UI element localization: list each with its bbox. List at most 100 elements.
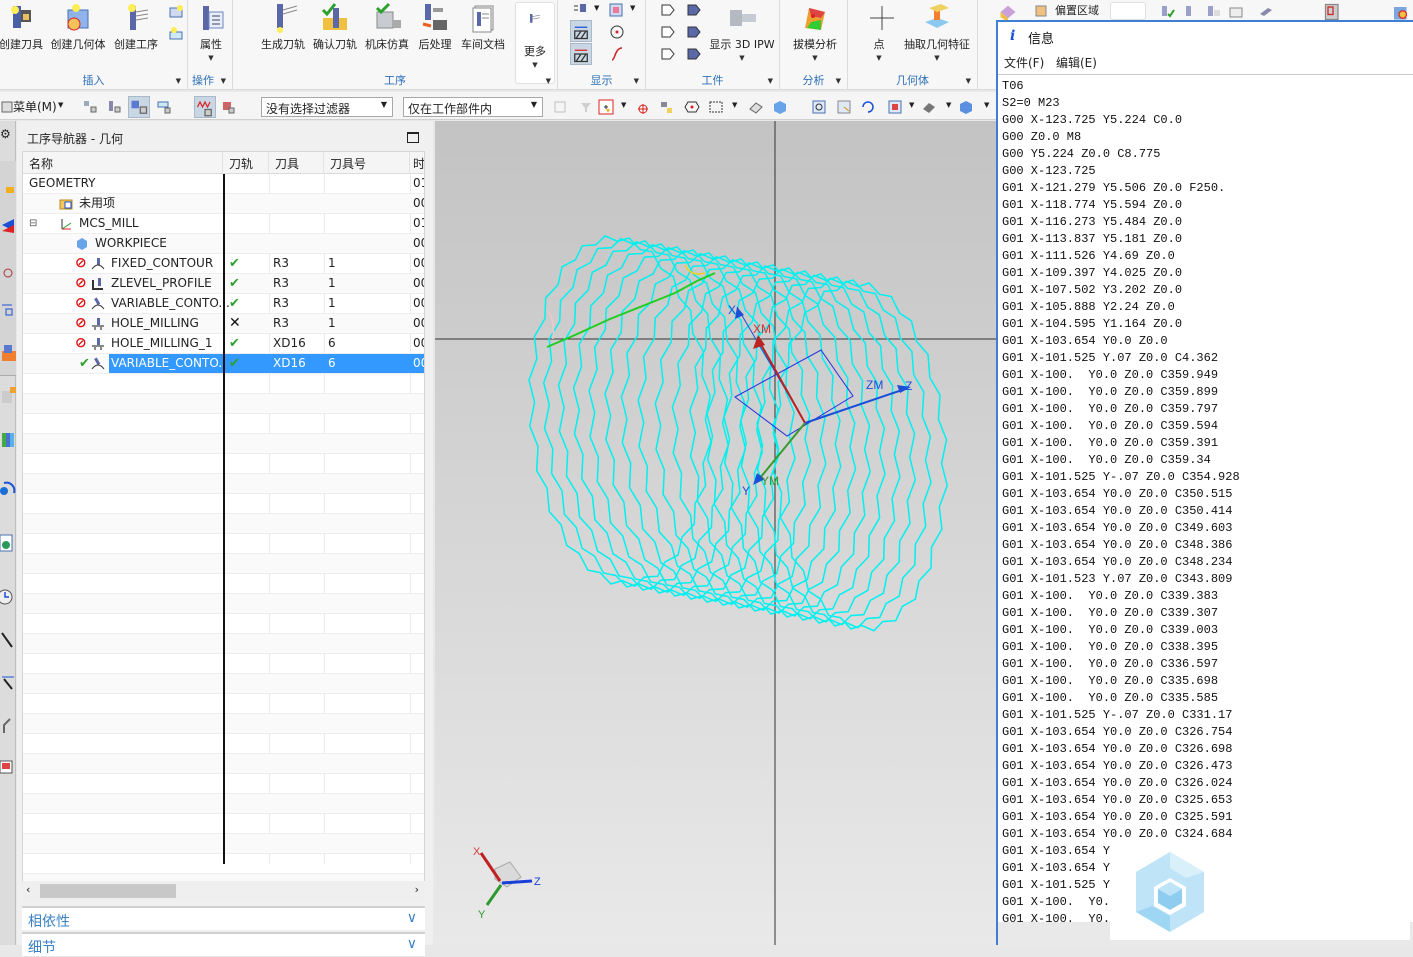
offset-region-label[interactable]: 偏置区域 xyxy=(1055,2,1099,18)
machine-library-icon[interactable] xyxy=(0,385,16,405)
sync-modeling-icon[interactable] xyxy=(996,2,1020,22)
menu-edit[interactable]: 编辑(E) xyxy=(1056,54,1097,71)
scroll-left-icon[interactable]: ‹ xyxy=(26,883,30,896)
hexagon-select-icon[interactable] xyxy=(684,99,700,115)
tool-wand-icon[interactable] xyxy=(0,631,16,651)
cube-view-icon[interactable] xyxy=(772,99,788,115)
create-geometry-button[interactable]: 创建几何体 xyxy=(48,2,108,52)
filter-reset-icon[interactable] xyxy=(578,99,594,115)
circle-point-icon[interactable] xyxy=(609,24,625,40)
maximize-icon[interactable] xyxy=(407,132,419,143)
info-window-titlebar[interactable]: i 信息 xyxy=(998,22,1413,52)
viewport-canvas[interactable]: X XM ZM Z YM Y X Z Y xyxy=(435,121,998,945)
dropdown-icon[interactable]: ▼ xyxy=(594,4,599,12)
geometry-small-icon[interactable] xyxy=(168,4,184,20)
extract-geometry-button[interactable]: 抽取几何特征 ▼ xyxy=(902,2,972,62)
machining-method-view-icon[interactable] xyxy=(156,99,172,115)
reset-snap-icon[interactable] xyxy=(634,99,650,115)
constraint-navigator-icon[interactable] xyxy=(0,263,16,279)
group-expand-icon[interactable]: ▼ xyxy=(221,77,226,85)
generate-toolpath-button[interactable]: 生成刀轨 xyxy=(259,2,307,52)
display-ipw-toggle-2[interactable] xyxy=(570,43,592,65)
menu-dropdown-icon[interactable]: ▼ xyxy=(58,101,63,109)
selection-filter-select[interactable]: 没有选择过滤器 ▼ xyxy=(261,97,393,117)
workpiece-icon-4[interactable] xyxy=(686,24,702,40)
group-expand-icon[interactable]: ▼ xyxy=(634,77,639,85)
render-style-icon[interactable] xyxy=(921,99,937,115)
shaded-cube-icon[interactable] xyxy=(958,99,974,115)
draft-analysis-button[interactable]: 拔模分析 ▼ xyxy=(790,2,840,62)
tool-check-icon[interactable] xyxy=(1160,4,1176,20)
show-hide-icon[interactable] xyxy=(658,99,674,115)
assembly-navigator-icon[interactable] xyxy=(0,217,16,233)
workpiece-icon-1[interactable] xyxy=(660,2,676,18)
toolpath-display-toggle[interactable] xyxy=(194,96,216,118)
chevron-down-icon[interactable]: ∨ xyxy=(407,936,417,952)
graphics-viewport[interactable]: X XM ZM Z YM Y X Z Y xyxy=(435,121,998,945)
dropdown-icon[interactable]: ▼ xyxy=(946,101,951,109)
web-browser-icon[interactable] xyxy=(0,477,16,497)
workpiece-icon-2[interactable] xyxy=(686,2,702,18)
workpiece-icon-6[interactable] xyxy=(686,46,702,62)
machine-tool-view-icon[interactable] xyxy=(106,99,122,115)
machine-tool-navigator-icon[interactable] xyxy=(0,343,16,363)
rotate-button[interactable] xyxy=(1110,2,1146,20)
robot-arm-icon[interactable] xyxy=(0,715,16,735)
part-navigator-icon[interactable] xyxy=(0,179,16,195)
geometry-view-toggle[interactable] xyxy=(128,96,150,118)
offset-region-icon[interactable] xyxy=(1034,2,1050,18)
postprocess-button[interactable]: 后处理 xyxy=(415,2,455,52)
properties-button[interactable]: 属性 ▼ xyxy=(194,2,228,62)
snap-point-icon[interactable] xyxy=(598,99,614,115)
fit-view-icon[interactable] xyxy=(811,99,827,115)
program-order-view-icon[interactable] xyxy=(82,99,98,115)
nc-code-textarea[interactable]: T06 S2=0 M23 G00 X-123.725 Y5.224 C0.0 G00 … xyxy=(998,74,1413,922)
verify-toolpath-button[interactable]: 确认刀轨 xyxy=(311,2,359,52)
column-header-name[interactable]: 名称 xyxy=(23,152,223,174)
curve-icon[interactable] xyxy=(609,46,625,62)
workpiece-icon-3[interactable] xyxy=(660,24,676,40)
history-clock-icon[interactable] xyxy=(0,587,16,607)
menu-button[interactable]: 菜单(M) xyxy=(13,98,57,115)
shop-documentation-button[interactable]: 车间文档 xyxy=(459,2,507,52)
reuse-library-icon[interactable] xyxy=(0,429,16,449)
roles-icon[interactable] xyxy=(0,757,16,777)
scrollbar-thumb[interactable] xyxy=(40,884,176,898)
create-operation-button[interactable]: 创建工序 xyxy=(110,2,162,52)
display-path-icon[interactable] xyxy=(608,2,624,18)
assembly-select-icon[interactable] xyxy=(552,99,568,115)
group-expand-icon[interactable]: ▼ xyxy=(966,77,971,85)
display-tool-icon[interactable] xyxy=(572,2,588,18)
group-expand-icon[interactable]: ▼ xyxy=(176,77,181,85)
method-small-icon[interactable] xyxy=(168,26,184,42)
menu-file[interactable]: 文件(F) xyxy=(1004,54,1044,71)
create-feature-icon[interactable] xyxy=(1388,2,1410,22)
dropdown-icon[interactable]: ▼ xyxy=(732,101,737,109)
eraser-icon[interactable] xyxy=(748,99,764,115)
tool-list-icon[interactable] xyxy=(1184,4,1200,20)
column-resize-divider[interactable] xyxy=(223,174,225,864)
operation-navigator-icon[interactable] xyxy=(0,301,16,317)
palette-icon[interactable] xyxy=(0,533,16,553)
machine-icon[interactable] xyxy=(1322,2,1344,22)
horizontal-scrollbar[interactable]: ‹ › xyxy=(22,881,425,901)
dropdown-icon[interactable]: ▼ xyxy=(984,101,989,109)
chevron-down-icon[interactable]: ∨ xyxy=(407,910,417,926)
rectangle-select-icon[interactable] xyxy=(708,99,724,115)
settings-icon[interactable]: ⚙ xyxy=(0,127,11,141)
dependencies-section[interactable]: 相依性 ∨ xyxy=(22,906,425,930)
details-section[interactable]: 细节 ∨ xyxy=(22,932,425,956)
selection-scope-select[interactable]: 仅在工作部件内 ▼ xyxy=(403,97,543,117)
pen-tool-icon[interactable] xyxy=(1258,4,1274,20)
group-expand-icon[interactable]: ▼ xyxy=(836,77,841,85)
scroll-right-icon[interactable]: › xyxy=(415,883,419,896)
tree-collapse-icon[interactable]: ⊟ xyxy=(29,214,37,233)
workpiece-icon-5[interactable] xyxy=(660,46,676,62)
group-expand-icon[interactable]: ▼ xyxy=(768,77,773,85)
path-edit-icon[interactable] xyxy=(0,673,16,693)
display-ipw-toggle[interactable] xyxy=(570,20,592,42)
show-3d-ipw-button[interactable]: 显示 3D IPW ▼ xyxy=(708,2,776,62)
dropdown-icon[interactable]: ▼ xyxy=(909,101,914,109)
tool-table-icon[interactable] xyxy=(1206,4,1222,20)
rotate-view-icon[interactable] xyxy=(860,99,876,115)
